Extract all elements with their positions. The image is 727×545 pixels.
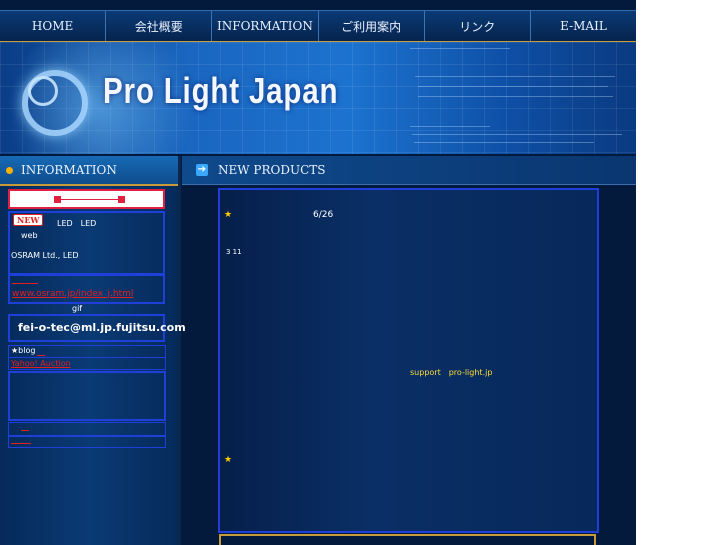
logo-inner-ring-icon [28, 76, 58, 106]
nav-email[interactable]: E-MAIL [531, 11, 636, 41]
banner-line [414, 142, 594, 143]
site-frame: HOME 会社概要 INFORMATION ご利用案内 リンク E-MAIL P… [0, 0, 636, 545]
blank-box [8, 371, 166, 421]
star-icon: ★ [224, 210, 233, 220]
blog-underline [37, 355, 45, 356]
header-banner: Pro Light Japan [0, 42, 636, 154]
red-underline [11, 443, 31, 444]
yahoo-auction-link[interactable]: Yahoo! Auction [11, 359, 71, 368]
bullet-icon [6, 166, 13, 174]
nav-links[interactable]: リンク [425, 11, 531, 41]
brand-logo-text: Pro Light Japan [103, 70, 339, 111]
banner-line [412, 134, 622, 135]
star-icon: ★ [224, 455, 233, 465]
new-products-panel: ★ 6/26 3 11 support pro-light.jp ★ [218, 188, 599, 533]
nav-company[interactable]: 会社概要 [106, 11, 213, 41]
support-email[interactable]: support pro-light.jp [410, 367, 492, 378]
nav-information[interactable]: INFORMATION [212, 11, 319, 41]
led-text: LED LED [57, 219, 97, 228]
sidebar-title: INFORMATION [21, 163, 117, 177]
banner-line [410, 126, 490, 127]
banner-line [418, 86, 608, 87]
gif-text: gif [72, 304, 83, 313]
top-navigation: HOME 会社概要 INFORMATION ご利用案内 リンク E-MAIL [0, 10, 636, 43]
main-title: NEW PRODUCTS [218, 163, 326, 177]
small-row-1 [8, 422, 166, 436]
sidebar-header: INFORMATION [0, 156, 178, 186]
red-square-icon [54, 196, 61, 203]
product-date: 6/26 [313, 210, 334, 220]
main-header: ➔ NEW PRODUCTS [182, 156, 636, 185]
red-square-icon [118, 196, 125, 203]
banner-line [415, 76, 615, 77]
web-text: web [21, 231, 38, 240]
banner-line [418, 96, 613, 97]
blog-text: ★blog [11, 346, 36, 355]
red-notice-box [8, 189, 165, 209]
product-number: 3 11 [226, 248, 242, 256]
arrow-right-icon: ➔ [196, 164, 208, 176]
red-bar [54, 199, 122, 200]
banner-line [410, 48, 510, 49]
new-badge: NEW [13, 214, 44, 226]
osram-text: OSRAM Ltd., LED [11, 251, 79, 260]
nav-guide[interactable]: ご利用案内 [319, 11, 425, 41]
bottom-gold-box [219, 534, 596, 545]
red-underline [12, 283, 38, 284]
email-address[interactable]: fei-o-tec@ml.jp.fujitsu.com [18, 321, 186, 334]
nav-home[interactable]: HOME [0, 11, 107, 41]
osram-link[interactable]: www.osram.jp/index_j.html [12, 289, 133, 299]
red-underline [21, 430, 29, 431]
small-row-2 [8, 436, 166, 448]
